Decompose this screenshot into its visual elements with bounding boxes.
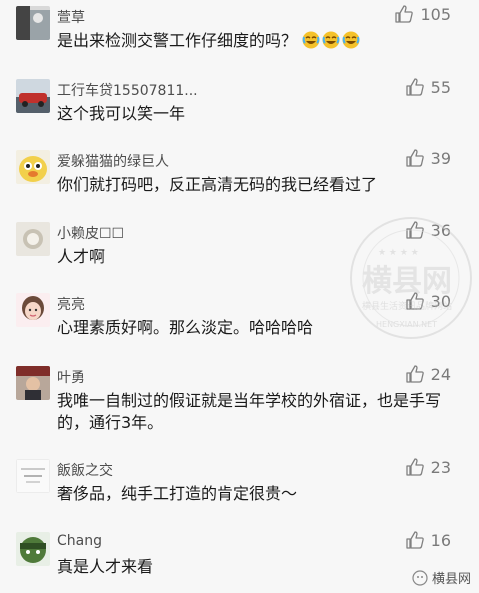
- commenter-name[interactable]: Chang: [57, 533, 102, 549]
- site-watermark: ★ ★ ★ ★ 横县网 横县生活资讯品牌网站 HENGXIAN.NET: [348, 215, 474, 341]
- comment-text: 你们就打码吧，反正高清无码的我已经看过了: [57, 175, 378, 194]
- avatar[interactable]: [16, 150, 50, 184]
- like-button[interactable]: 16: [405, 529, 451, 551]
- like-count: 55: [430, 77, 451, 97]
- like-count: 105: [420, 4, 451, 24]
- svg-text:★ ★ ★ ★: ★ ★ ★ ★: [378, 248, 419, 258]
- avatar[interactable]: [16, 222, 50, 256]
- footer-brand: 横县网: [412, 568, 471, 587]
- thumbs-up-icon: [405, 531, 424, 549]
- like-count: 16: [430, 530, 451, 550]
- commenter-name[interactable]: 亮亮: [57, 294, 85, 314]
- like-button[interactable]: 23: [405, 456, 451, 478]
- emoji-group: [302, 31, 360, 49]
- thumbs-up-icon: [405, 149, 424, 167]
- like-count: 23: [430, 457, 451, 477]
- comment-text: 真是人才来看: [57, 557, 154, 576]
- comment-text: 这个我可以笑一年: [57, 104, 186, 123]
- avatar[interactable]: [16, 532, 50, 566]
- footer-brand-name: 横县网: [431, 572, 471, 587]
- thumbs-up-icon: [405, 365, 424, 383]
- commenter-name[interactable]: 爱躲猫猫的绿巨人: [57, 151, 169, 171]
- commenter-name[interactable]: 小赖皮☐☐: [57, 223, 124, 243]
- watermark-main-text: 横县网: [362, 264, 452, 299]
- comment-text-body: 是出来检测交警工作仔细度的吗？: [57, 31, 298, 50]
- commenter-name[interactable]: 萱草: [57, 7, 85, 27]
- avatar[interactable]: [16, 459, 50, 493]
- avatar[interactable]: [16, 366, 50, 400]
- like-count: 39: [430, 148, 451, 168]
- thumbs-up-icon: [405, 78, 424, 96]
- comment-text: 是出来检测交警工作仔细度的吗？: [57, 30, 457, 52]
- laughing-crying-emoji-icon: [342, 31, 360, 49]
- laughing-crying-emoji-icon: [322, 31, 340, 49]
- commenter-name[interactable]: 工行车贷15507811...: [57, 80, 198, 100]
- thumbs-up-icon: [395, 5, 414, 23]
- watermark-url-text: HENGXIAN.NET: [376, 320, 437, 329]
- like-count: 24: [430, 364, 451, 384]
- comment-text: 奢侈品，纯手工打造的肯定很贵～: [57, 484, 298, 503]
- comment-text: 我唯一自制过的假证就是当年学校的外宿证，也是手写的，通行3年。: [57, 391, 442, 432]
- thumbs-up-icon: [405, 458, 424, 476]
- commenter-name[interactable]: 叶勇: [57, 367, 85, 387]
- like-button[interactable]: 39: [405, 147, 451, 169]
- avatar[interactable]: [16, 6, 50, 40]
- avatar[interactable]: [16, 293, 50, 327]
- like-button[interactable]: 105: [394, 3, 451, 25]
- like-button[interactable]: 55: [405, 76, 451, 98]
- commenter-name[interactable]: 飯飯之交: [57, 460, 113, 480]
- watermark-sub-text: 横县生活资讯品牌网站: [362, 300, 452, 312]
- avatar[interactable]: [16, 79, 50, 113]
- laughing-crying-emoji-icon: [302, 31, 320, 49]
- like-button[interactable]: 24: [405, 363, 451, 385]
- wechat-icon: [412, 569, 428, 586]
